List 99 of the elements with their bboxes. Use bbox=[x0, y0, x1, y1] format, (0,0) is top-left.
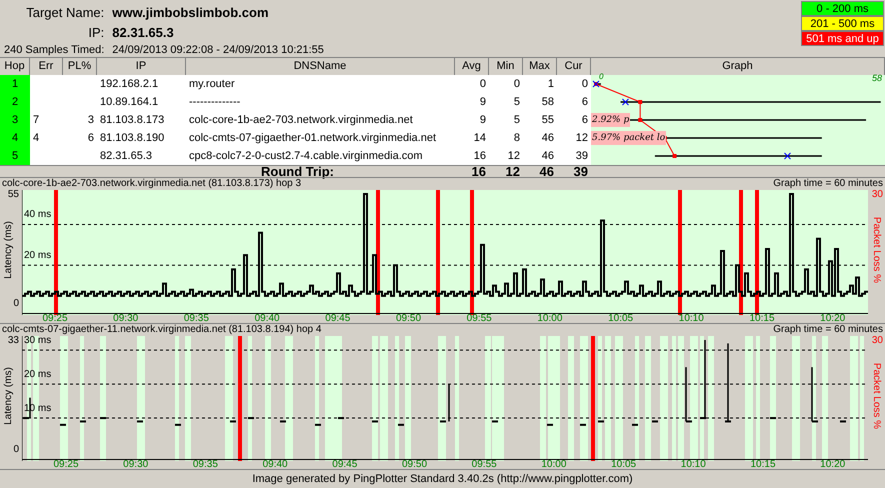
table-cell-text: 5 bbox=[512, 95, 521, 110]
y-axis-max-label: 33 bbox=[8, 336, 19, 346]
latency-legend-swatch: 201 - 500 ms bbox=[801, 16, 884, 31]
loss-axis-max-label: 30 bbox=[872, 190, 883, 200]
graph-time-label: Graph time = 60 minutes bbox=[773, 324, 883, 335]
x-axis-tick-label: 09:50 bbox=[402, 460, 428, 470]
latency-legend-swatch: 0 - 200 ms bbox=[801, 1, 884, 16]
x-axis-tick-label: 10:15 bbox=[749, 314, 775, 324]
table-cell-text: 55 bbox=[540, 113, 555, 128]
table-cell-text: cpc8-colc7-2-0-cust2.7-4.cable.virginmedia.com bbox=[188, 149, 424, 164]
round-trip-value: 39 bbox=[572, 166, 589, 178]
table-cell-text: 81.103.8.173 bbox=[99, 113, 166, 128]
round-trip-value: 16 bbox=[470, 166, 487, 178]
x-axis-tick-label: 09:35 bbox=[184, 314, 209, 324]
table-cell-text: -------------- bbox=[188, 95, 242, 110]
hop-number-cell: 3 bbox=[0, 111, 30, 130]
x-axis-tick-label: 09:30 bbox=[113, 314, 138, 324]
table-cell-text: 9 bbox=[478, 95, 487, 110]
x-axis-tick-label: 09:40 bbox=[254, 314, 280, 324]
packet-loss-label: 5.97% packet lo bbox=[591, 131, 666, 145]
loss-axis-title: Packet Loss % bbox=[871, 216, 881, 285]
round-trip-value: 12 bbox=[504, 166, 521, 178]
x-axis-tick-label: 09:40 bbox=[262, 460, 288, 470]
x-axis-tick-label: 09:50 bbox=[396, 314, 422, 324]
loss-axis-title: Packet Loss % bbox=[871, 362, 881, 431]
table-cell-text: 16 bbox=[472, 149, 487, 164]
x-axis-tick-label: 10:05 bbox=[608, 314, 634, 324]
loss-axis-max-label: 30 bbox=[872, 336, 883, 346]
gridline-label: 20 ms bbox=[24, 251, 52, 262]
latency-legend-swatch: 501 ms and up bbox=[801, 31, 884, 46]
y-axis-max-label: 55 bbox=[8, 190, 19, 200]
footer-credit: Image generated by PingPlotter Standard 3.40.2s (http://www.pingplotter.com) bbox=[252, 472, 633, 487]
table-cell-text: 1 bbox=[546, 77, 555, 92]
table-cell-text: 6 bbox=[86, 131, 95, 146]
x-axis-tick-label: 09:45 bbox=[325, 314, 350, 324]
samples-label: 240 Samples Timed: bbox=[4, 43, 104, 58]
y-axis-min-label: 0 bbox=[13, 445, 19, 456]
table-cell-text: 12 bbox=[506, 149, 521, 164]
samples-time-range: 24/09/2013 09:22:08 - 24/09/2013 10:21:55 bbox=[112, 43, 324, 58]
y-axis-title: Latency (ms) bbox=[4, 220, 14, 281]
table-cell-text: 6 bbox=[580, 95, 589, 110]
table-cell-text: 10.89.164.1 bbox=[99, 95, 160, 110]
x-axis-tick-label: 09:30 bbox=[123, 460, 148, 470]
x-axis-tick-label: 09:45 bbox=[332, 460, 358, 470]
x-axis-tick-label: 10:00 bbox=[537, 314, 562, 324]
table-cell-text: 3 bbox=[86, 113, 95, 128]
gridline-label: 30 ms bbox=[24, 336, 52, 346]
table-cell-text: 9 bbox=[478, 113, 487, 128]
x-axis-tick-label: 09:25 bbox=[42, 314, 68, 324]
x-axis-tick-label: 09:35 bbox=[192, 460, 218, 470]
target-name: www.jimbobslimbob.com bbox=[112, 4, 270, 22]
y-axis-title: Latency (ms) bbox=[4, 366, 14, 427]
table-cell-text: colc-core-1b-ae2-703.network.virginmedia.net bbox=[188, 113, 414, 128]
graph-scale-min-label: 0 bbox=[599, 73, 604, 81]
round-trip-value: 46 bbox=[538, 166, 555, 178]
hop-number-cell: 4 bbox=[0, 129, 30, 148]
table-cell-text: 46 bbox=[540, 131, 555, 146]
chart-title: colc-cmts-07-gigaether-11.network.virginmedia.net (81.103.8.194) hop 4 bbox=[2, 324, 322, 335]
table-cell-text: 4 bbox=[32, 131, 40, 146]
hop-number-cell: 5 bbox=[0, 147, 30, 166]
x-axis-tick-label: 09:25 bbox=[53, 460, 79, 470]
table-cell-text: 58 bbox=[540, 95, 555, 110]
table-cell-text: 82.31.65.3 bbox=[99, 149, 153, 164]
target-ip: 82.31.65.3 bbox=[112, 24, 175, 42]
target-name-label: Target Name: bbox=[25, 4, 104, 22]
table-cell-text: 81.103.8.190 bbox=[99, 131, 166, 146]
table-cell-text: 39 bbox=[574, 149, 589, 164]
hop-number-cell: 2 bbox=[0, 93, 30, 112]
x-axis-tick-label: 10:20 bbox=[820, 314, 846, 324]
table-cell-text: 46 bbox=[540, 149, 555, 164]
table-cell-text: 7 bbox=[32, 113, 40, 128]
table-cell-text: 8 bbox=[512, 131, 521, 146]
table-cell-text: 0 bbox=[580, 77, 589, 92]
y-axis-min-label: 0 bbox=[13, 299, 19, 310]
packet-loss-label: 2.92% p bbox=[591, 113, 630, 127]
table-cell-text: my.router bbox=[188, 77, 236, 92]
table-cell-text: 192.168.2.1 bbox=[99, 77, 160, 92]
round-trip-label: Round Trip: bbox=[261, 166, 334, 178]
gridline-label: 20 ms bbox=[24, 370, 52, 380]
table-cell-text: 0 bbox=[512, 77, 521, 92]
graph-time-label: Graph time = 60 minutes bbox=[773, 178, 883, 189]
ip-label: IP: bbox=[87, 24, 104, 42]
gridline-label: 40 ms bbox=[24, 210, 52, 220]
x-axis-tick-label: 10:10 bbox=[680, 460, 706, 470]
chart-title: colc-core-1b-ae2-703.network.virginmedia.net (81.103.8.173) hop 3 bbox=[2, 178, 302, 189]
x-axis-tick-label: 10:00 bbox=[541, 460, 566, 470]
x-axis-tick-label: 10:05 bbox=[611, 460, 636, 470]
table-cell-text: 14 bbox=[472, 131, 487, 146]
x-axis-tick-label: 10:10 bbox=[678, 314, 704, 324]
x-axis-tick-label: 09:55 bbox=[472, 460, 497, 470]
table-cell-text: 12 bbox=[574, 131, 589, 146]
x-axis-tick-label: 09:55 bbox=[466, 314, 492, 324]
table-cell-text: 6 bbox=[580, 113, 589, 128]
table-cell-text: colc-cmts-07-gigaether-01.network.virginmedia.net bbox=[188, 131, 437, 146]
table-cell-text: 5 bbox=[512, 113, 521, 128]
x-axis-tick-label: 10:20 bbox=[820, 460, 846, 470]
x-axis-tick-label: 10:15 bbox=[750, 460, 776, 470]
table-cell-text: 0 bbox=[478, 77, 487, 92]
hop-number-cell: 1 bbox=[0, 75, 30, 94]
